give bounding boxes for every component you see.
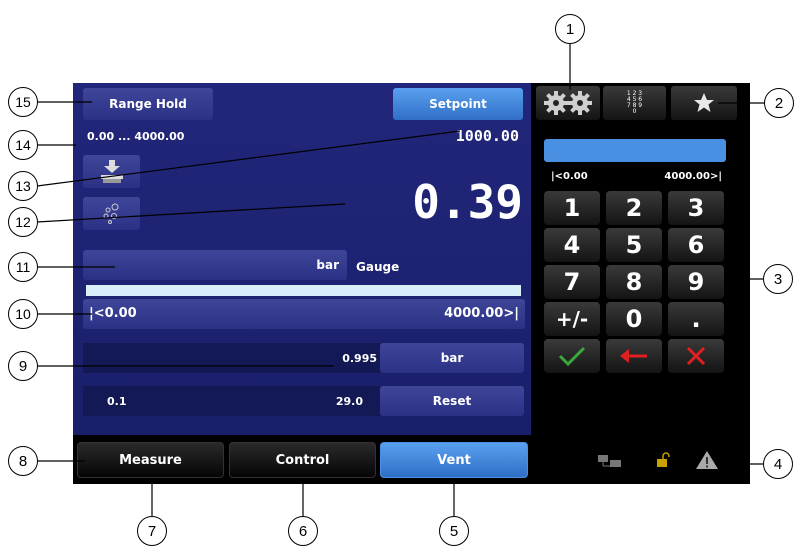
- callout-12: 12: [8, 207, 38, 237]
- callout-6: 6: [288, 516, 318, 546]
- callout-15: 15: [8, 87, 38, 117]
- callout-9: 9: [8, 351, 38, 381]
- callout-1: 1: [555, 14, 585, 44]
- callout-3: 3: [763, 264, 793, 294]
- callout-13: 13: [8, 171, 38, 201]
- callout-11: 11: [8, 252, 38, 282]
- callout-7: 7: [137, 516, 167, 546]
- callout-4: 4: [763, 449, 793, 479]
- callout-leaders: [36, 44, 768, 516]
- callout-2: 2: [764, 88, 794, 118]
- callout-14: 14: [8, 130, 38, 160]
- callout-8: 8: [8, 446, 38, 476]
- callout-5: 5: [439, 516, 469, 546]
- callout-10: 10: [8, 299, 38, 329]
